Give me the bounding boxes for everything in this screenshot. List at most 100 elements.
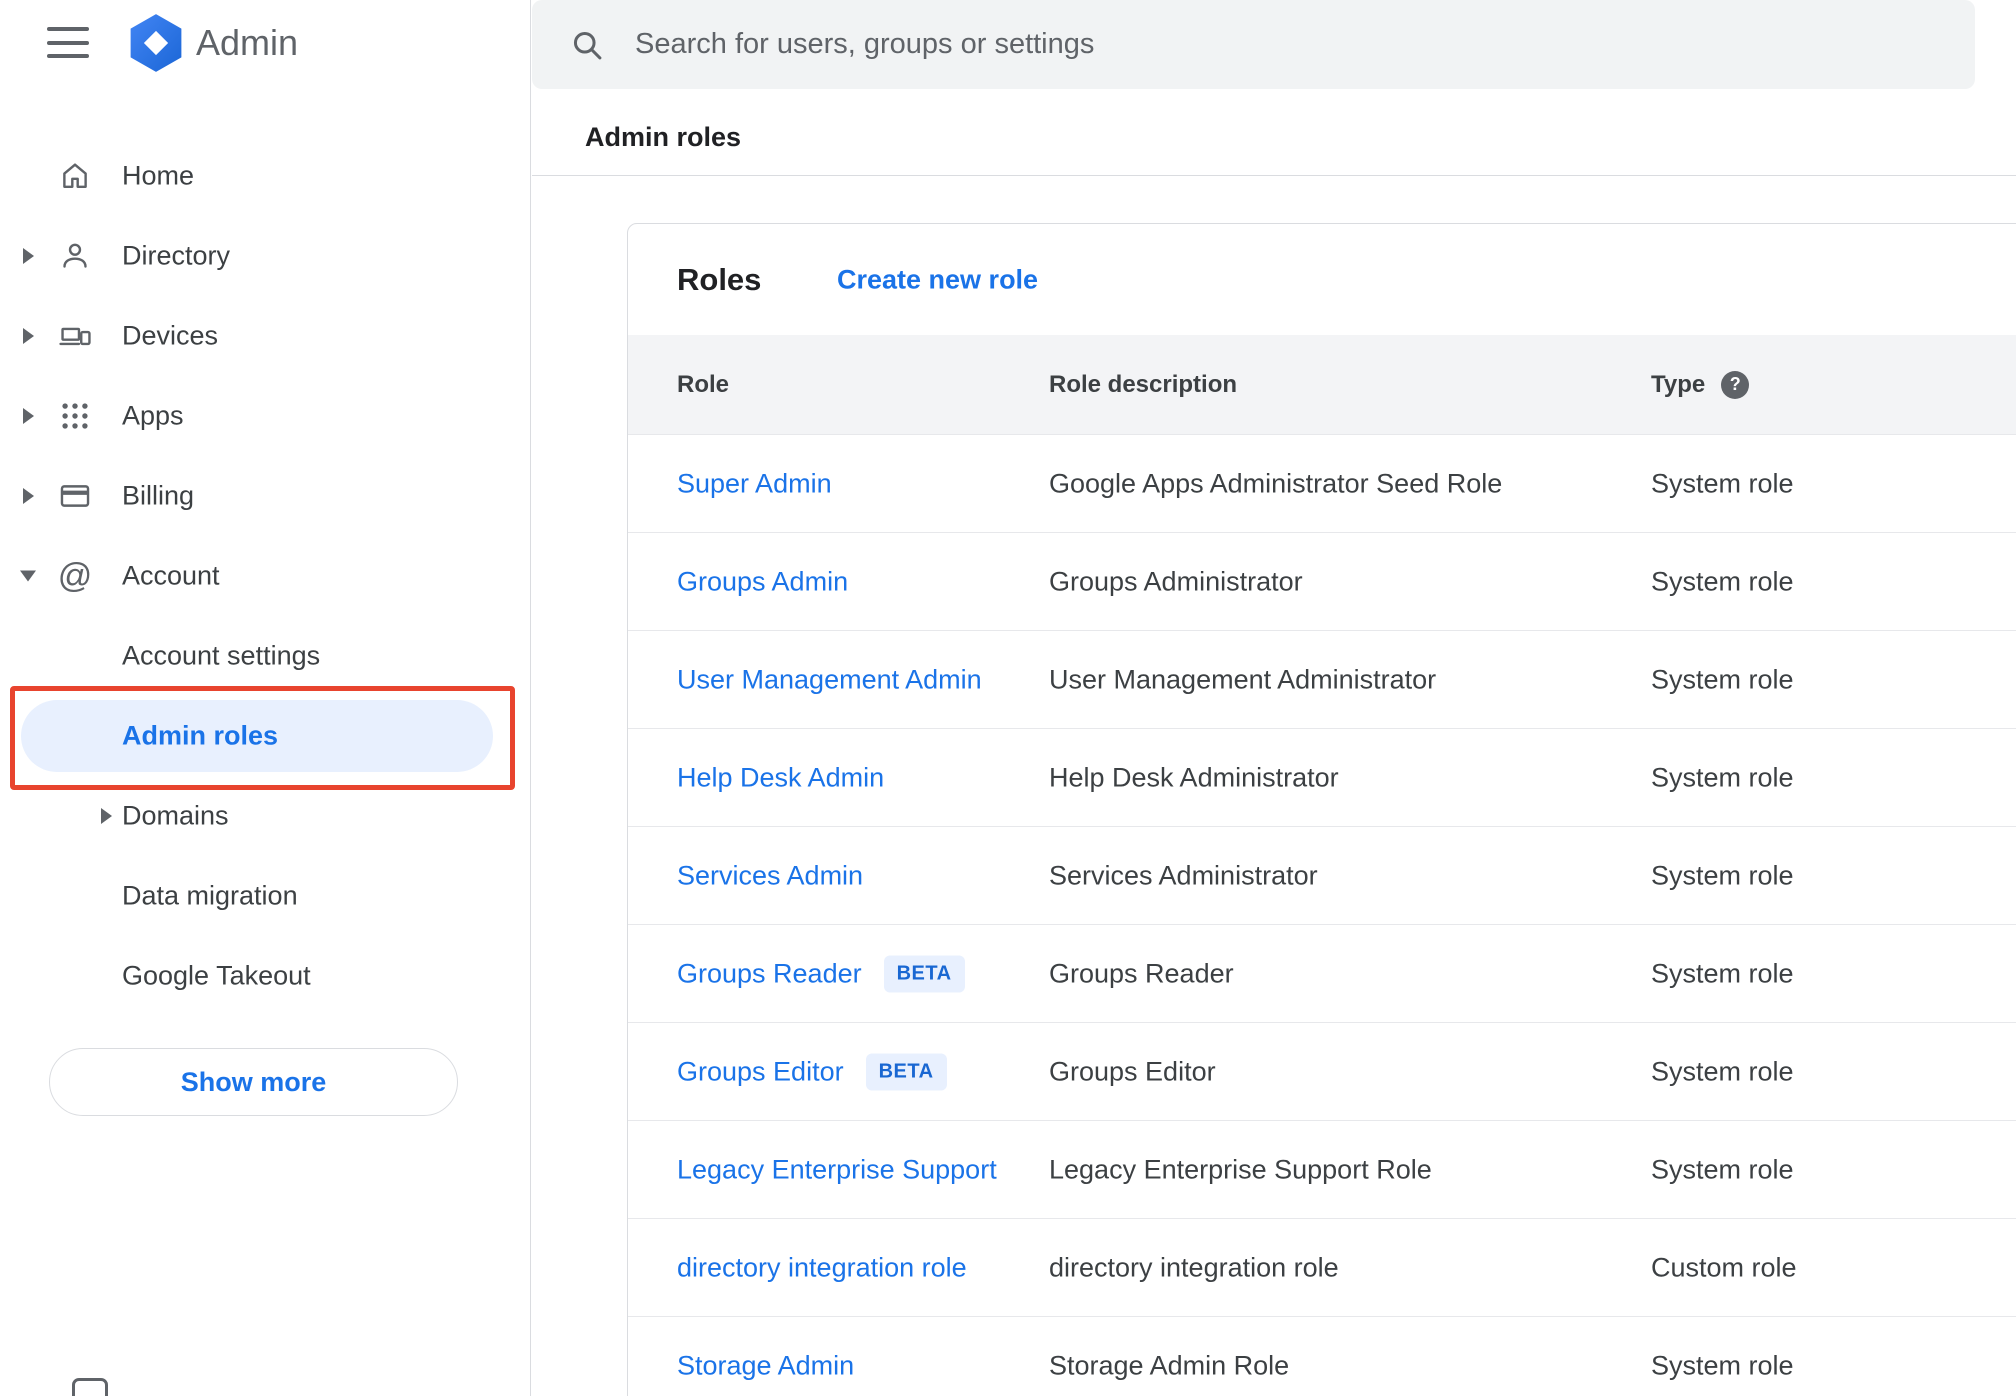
sidebar-item-account-settings[interactable]: Account settings (0, 616, 531, 696)
home-icon (56, 157, 94, 195)
role-description: Storage Admin Role (1049, 1350, 1290, 1380)
table-row: User Management Admin User Management Ad… (628, 630, 2016, 728)
sidebar-item-label: Account settings (122, 640, 321, 671)
partial-bottom-icon (72, 1378, 108, 1396)
role-link[interactable]: Storage Admin (677, 1350, 854, 1381)
divider (532, 175, 2016, 176)
role-name[interactable]: Groups Editor (677, 1056, 844, 1087)
sidebar-item-admin-roles[interactable]: Admin roles (0, 696, 531, 776)
column-header-type: Type ? (1651, 370, 1750, 399)
role-name[interactable]: Groups Reader (677, 958, 862, 989)
role-link[interactable]: Groups Editor BETA (677, 1053, 947, 1090)
admin-logo-icon (127, 13, 185, 73)
at-sign-icon: @ (57, 557, 93, 595)
role-description: Google Apps Administrator Seed Role (1049, 468, 1503, 498)
create-new-role-link[interactable]: Create new role (837, 264, 1038, 295)
sidebar-item-domains[interactable]: Domains (0, 776, 531, 856)
role-link[interactable]: Groups Admin (677, 566, 848, 597)
role-type: System role (1651, 762, 1794, 792)
chevron-down-icon[interactable] (20, 570, 36, 582)
sidebar-item-label: Home (122, 160, 195, 191)
table-row: Storage Admin Storage Admin Role System … (628, 1316, 2016, 1396)
column-header-description: Role description (1049, 370, 1238, 398)
sidebar-item-directory[interactable]: Directory (0, 216, 531, 296)
role-link[interactable]: Services Admin (677, 860, 863, 891)
sidebar-item-label: Account (122, 560, 220, 591)
role-type: System role (1651, 860, 1794, 890)
roles-title: Roles (677, 261, 762, 297)
role-name[interactable]: Services Admin (677, 860, 863, 891)
role-link[interactable]: Legacy Enterprise Support (677, 1154, 997, 1185)
role-name[interactable]: Groups Admin (677, 566, 848, 597)
role-name[interactable]: directory integration role (677, 1252, 967, 1283)
table-row: Groups Reader BETA Groups Reader System r… (628, 924, 2016, 1022)
show-more-button[interactable]: Show more (49, 1048, 458, 1116)
sidebar-item-label: Billing (122, 480, 195, 511)
sidebar-item-devices[interactable]: Devices (0, 296, 531, 376)
sidebar-item-apps[interactable]: Apps (0, 376, 531, 456)
table-row: Services Admin Services Administrator Sy… (628, 826, 2016, 924)
role-type: System role (1651, 1056, 1794, 1086)
sidebar-item-home[interactable]: Home (0, 136, 531, 216)
person-icon (56, 237, 94, 275)
sidebar-nav: Home Directory Devices Apps Billing @ Ac… (0, 136, 531, 1016)
sidebar-item-label: Admin roles (122, 720, 279, 751)
role-name[interactable]: Legacy Enterprise Support (677, 1154, 997, 1185)
sidebar-item-label: Devices (122, 320, 219, 351)
column-header-role: Role (677, 370, 730, 398)
role-type: System role (1651, 566, 1794, 596)
column-header-type-label: Type (1651, 370, 1706, 398)
help-icon[interactable]: ? (1721, 370, 1750, 399)
role-description: directory integration role (1049, 1252, 1339, 1282)
breadcrumb: Admin roles (585, 122, 742, 152)
chevron-right-icon[interactable] (21, 328, 35, 344)
sidebar-item-label: Google Takeout (122, 960, 311, 991)
role-link[interactable]: Groups Reader BETA (677, 955, 965, 992)
role-description: Groups Reader (1049, 958, 1234, 988)
role-type: System role (1651, 664, 1794, 694)
beta-badge: BETA (865, 1053, 947, 1090)
table-row: Groups Admin Groups Administrator System… (628, 532, 2016, 630)
role-type: System role (1651, 958, 1794, 988)
sidebar-item-account[interactable]: @ Account (0, 536, 531, 616)
role-description: Groups Administrator (1049, 566, 1303, 596)
role-type: Custom role (1651, 1252, 1797, 1282)
role-link[interactable]: User Management Admin (677, 664, 982, 695)
role-description: Services Administrator (1049, 860, 1318, 890)
chevron-right-icon[interactable] (21, 248, 35, 264)
chevron-right-icon[interactable] (21, 488, 35, 504)
role-link[interactable]: directory integration role (677, 1252, 967, 1283)
menu-icon[interactable] (47, 27, 89, 58)
beta-badge: BETA (883, 955, 965, 992)
role-description: Help Desk Administrator (1049, 762, 1339, 792)
table-row: Super Admin Google Apps Administrator Se… (628, 434, 2016, 532)
table-header-row: Role Role description Type ? (628, 335, 2016, 434)
search-input[interactable] (635, 14, 1975, 75)
search-bar (532, 0, 1975, 89)
chevron-right-icon[interactable] (99, 808, 113, 824)
role-type: System role (1651, 468, 1794, 498)
sidebar-item-billing[interactable]: Billing (0, 456, 531, 536)
roles-card: Roles Create new role Role Role descript… (627, 223, 2016, 1396)
role-name[interactable]: Help Desk Admin (677, 762, 884, 793)
table-row: Help Desk Admin Help Desk Administrator … (628, 728, 2016, 826)
role-link[interactable]: Super Admin (677, 468, 832, 499)
app-title: Admin (196, 22, 299, 63)
table-row: Legacy Enterprise Support Legacy Enterpr… (628, 1120, 2016, 1218)
role-link[interactable]: Help Desk Admin (677, 762, 884, 793)
devices-icon (56, 317, 94, 355)
role-description: Legacy Enterprise Support Role (1049, 1154, 1432, 1184)
sidebar-item-label: Directory (122, 240, 231, 271)
chevron-right-icon[interactable] (21, 408, 35, 424)
role-name[interactable]: Super Admin (677, 468, 832, 499)
role-name[interactable]: User Management Admin (677, 664, 982, 695)
sidebar-item-google-takeout[interactable]: Google Takeout (0, 936, 531, 1016)
role-description: Groups Editor (1049, 1056, 1216, 1086)
sidebar-header: Admin (0, 0, 531, 92)
sidebar-item-label: Data migration (122, 880, 298, 911)
credit-card-icon (56, 477, 94, 515)
sidebar-item-data-migration[interactable]: Data migration (0, 856, 531, 936)
role-name[interactable]: Storage Admin (677, 1350, 854, 1381)
sidebar-item-label: Apps (122, 400, 184, 431)
sidebar-item-label: Domains (122, 800, 229, 831)
